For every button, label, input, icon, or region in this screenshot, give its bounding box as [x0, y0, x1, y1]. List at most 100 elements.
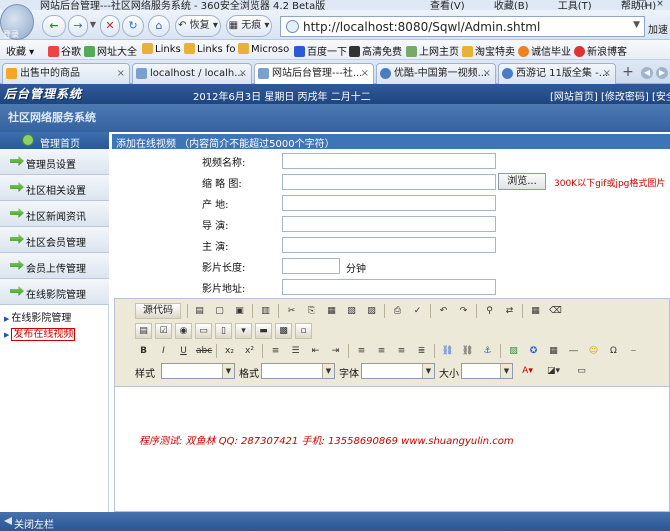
fav-links-for[interactable]: Links fo: [184, 43, 236, 55]
sidebar-item-online-cinema[interactable]: 在线影院管理: [0, 279, 109, 305]
browse-button[interactable]: 浏览...: [498, 173, 546, 190]
fav-links[interactable]: Links: [142, 43, 181, 55]
remove-format-icon[interactable]: ⌫: [547, 303, 564, 319]
tab-selling-products[interactable]: 出售中的商品 ×: [2, 63, 130, 84]
paste-word-icon[interactable]: ▨: [363, 303, 380, 319]
select-all-icon[interactable]: ▦: [527, 303, 544, 319]
paste-text-icon[interactable]: ▧: [343, 303, 360, 319]
strikethrough-icon[interactable]: abc: [195, 343, 212, 359]
fav-sina-blog[interactable]: 新浪博客: [574, 43, 627, 58]
fav-baidu[interactable]: 百度一下: [294, 43, 347, 58]
sidebar-item-member-management[interactable]: 社区会员管理: [0, 227, 109, 253]
font-select[interactable]: ▼: [361, 363, 435, 379]
favorites-menu[interactable]: 收藏 ▾: [6, 43, 34, 58]
link-icon[interactable]: ⛓: [439, 343, 456, 359]
align-center-icon[interactable]: ≡: [373, 343, 390, 359]
menu-favorites[interactable]: 收藏(B): [494, 1, 529, 10]
close-sidebar-link[interactable]: 关闭左栏: [14, 516, 54, 531]
image-button-icon[interactable]: ▩: [275, 323, 292, 339]
home-button[interactable]: ⌂: [148, 15, 170, 37]
maximize-icon[interactable]: □: [636, 0, 648, 9]
length-input[interactable]: [282, 258, 340, 274]
tab-scroll-left-icon[interactable]: ◀: [641, 67, 653, 79]
close-tab-icon[interactable]: ×: [117, 64, 125, 83]
url-input[interactable]: [282, 279, 496, 295]
editor-content[interactable]: 程序测试: 双鱼林 QQ: 287307421 手机: 13558690869 …: [115, 388, 669, 511]
style-select[interactable]: ▼: [161, 363, 235, 379]
italic-icon[interactable]: I: [155, 343, 172, 359]
cut-icon[interactable]: ✂: [283, 303, 300, 319]
underline-icon[interactable]: U: [175, 343, 192, 359]
select-field-icon[interactable]: ▾: [235, 323, 252, 339]
horizontal-rule-icon[interactable]: ―: [565, 343, 582, 359]
form-icon[interactable]: ▤: [135, 323, 152, 339]
save-icon[interactable]: ▤: [191, 303, 208, 319]
minimize-icon[interactable]: –: [620, 0, 632, 9]
source-code-button[interactable]: 源代码: [135, 303, 181, 319]
forward-button[interactable]: →: [68, 15, 88, 37]
actor-input[interactable]: [282, 237, 496, 253]
video-name-input[interactable]: [282, 153, 496, 169]
fav-graduation[interactable]: 诚信毕业: [518, 43, 571, 58]
collapse-left-icon[interactable]: [4, 517, 12, 525]
restore-button[interactable]: ↶ 恢复 ▾: [175, 15, 221, 37]
menu-tools[interactable]: 工具(T): [558, 1, 592, 10]
close-tab-icon[interactable]: ×: [239, 64, 247, 83]
background-color-icon[interactable]: ◪▾: [545, 363, 562, 379]
size-select[interactable]: ▼: [461, 363, 513, 379]
paste-icon[interactable]: ▦: [323, 303, 340, 319]
director-input[interactable]: [282, 216, 496, 232]
indent-icon[interactable]: ⇥: [327, 343, 344, 359]
textfield-icon[interactable]: ▭: [195, 323, 212, 339]
stop-button[interactable]: ✕: [100, 15, 120, 37]
refresh-button[interactable]: ↻: [122, 15, 144, 37]
replace-icon[interactable]: ⇄: [501, 303, 518, 319]
incognito-button[interactable]: ▦ 无痕 ▾: [226, 15, 272, 37]
browser-logo[interactable]: 登录: [0, 4, 34, 40]
sidebar-item-community-settings[interactable]: 社区相关设置: [0, 175, 109, 201]
thumbnail-file-input[interactable]: [282, 174, 496, 190]
fav-microsoft[interactable]: Microso: [238, 43, 289, 55]
unlink-icon[interactable]: ⛓: [459, 343, 476, 359]
address-bar[interactable]: ▼: [280, 16, 645, 37]
print-icon[interactable]: ⎙: [389, 303, 406, 319]
menu-view[interactable]: 查看(V): [430, 1, 465, 10]
superscript-icon[interactable]: x²: [241, 343, 258, 359]
tab-scroll-right-icon[interactable]: ▶: [656, 67, 668, 79]
spellcheck-icon[interactable]: ✓: [409, 303, 426, 319]
outdent-icon[interactable]: ⇤: [307, 343, 324, 359]
history-dropdown[interactable]: ▼: [88, 15, 98, 37]
tab-localhost[interactable]: localhost / localh... ×: [132, 63, 252, 84]
sidebar-item-community-news[interactable]: 社区新闻资讯: [0, 201, 109, 227]
copy-icon[interactable]: ⎘: [303, 303, 320, 319]
hidden-field-icon[interactable]: ▫: [295, 323, 312, 339]
tab-admin[interactable]: 网站后台管理---社... ×: [254, 63, 374, 85]
sidebar-item-member-uploads[interactable]: 会员上传管理: [0, 253, 109, 279]
fav-google[interactable]: 谷歌: [48, 43, 81, 58]
fav-hd-free[interactable]: 高清免费: [349, 43, 402, 58]
fav-site-nav[interactable]: 网址大全: [84, 43, 137, 58]
bold-icon[interactable]: B: [135, 343, 152, 359]
align-right-icon[interactable]: ≡: [393, 343, 410, 359]
close-window-icon[interactable]: ×: [654, 0, 666, 9]
page-break-icon[interactable]: ⎯: [625, 343, 642, 359]
origin-input[interactable]: [282, 195, 496, 211]
fav-taobao[interactable]: 淘宝特卖: [462, 43, 515, 58]
sidebar-sub-cinema-manage[interactable]: ▶ 在线影院管理: [4, 309, 71, 324]
table-icon[interactable]: ▦: [545, 343, 562, 359]
accelerate-button[interactable]: 加速: [648, 21, 668, 36]
new-tab-icon[interactable]: +: [619, 64, 637, 82]
close-tab-icon[interactable]: ×: [603, 64, 611, 83]
sidebar-sub-publish-video[interactable]: ▶ 发布在线视频: [4, 325, 76, 341]
tab-youku[interactable]: 优酷-中国第一视频... ×: [376, 63, 496, 84]
sidebar-item-admin-settings[interactable]: 管理员设置: [0, 149, 109, 175]
image-icon[interactable]: ▨: [505, 343, 522, 359]
radio-icon[interactable]: ◉: [175, 323, 192, 339]
back-button[interactable]: ←: [42, 15, 66, 37]
format-select[interactable]: ▼: [261, 363, 335, 379]
checkbox-icon[interactable]: ☑: [155, 323, 172, 339]
text-color-icon[interactable]: A▾: [519, 363, 536, 379]
new-page-icon[interactable]: ▢: [211, 303, 228, 319]
address-input[interactable]: [303, 18, 603, 35]
close-tab-icon[interactable]: ×: [483, 64, 491, 83]
